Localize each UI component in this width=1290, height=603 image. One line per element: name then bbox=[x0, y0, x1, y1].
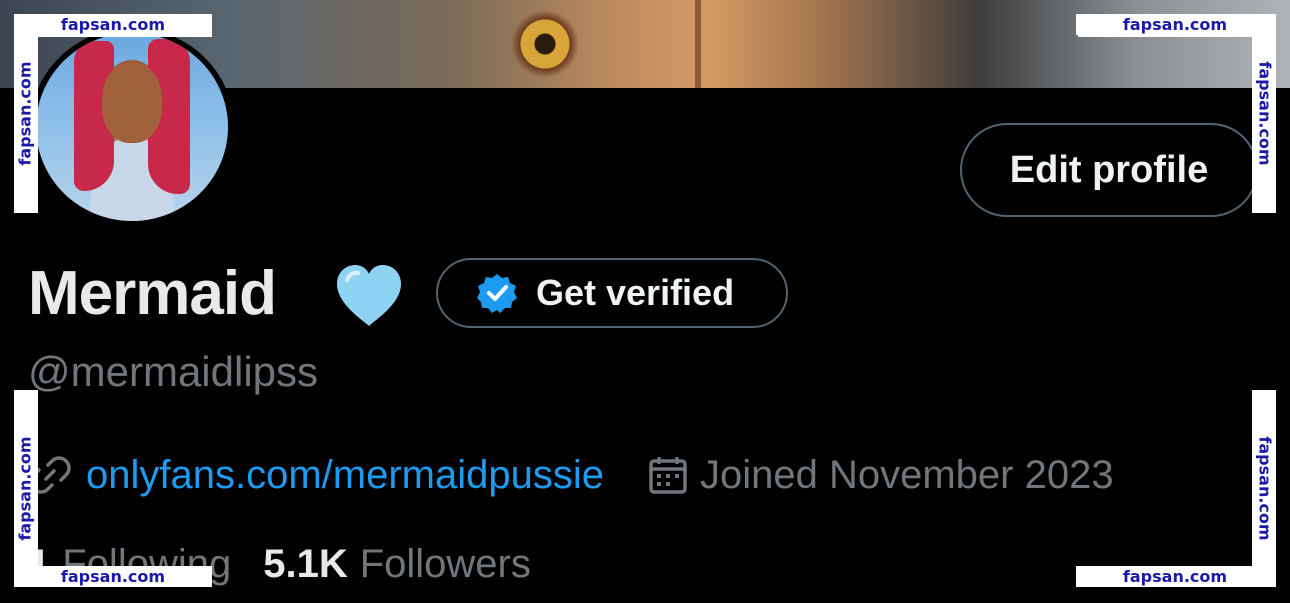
watermark-frame-line bbox=[1078, 35, 1254, 37]
watermark-top-right: fapsan.com bbox=[1076, 14, 1274, 35]
followers-count: 5.1K bbox=[263, 541, 348, 586]
banner-detail bbox=[695, 0, 701, 88]
verified-badge-icon bbox=[477, 274, 517, 313]
profile-meta-row: onlyfans.com/mermaidpussie Joined Novemb… bbox=[28, 448, 1114, 502]
calendar-icon bbox=[649, 457, 687, 494]
watermark-right-upper: fapsan.com bbox=[1254, 14, 1276, 213]
watermark-left-lower: fapsan.com bbox=[14, 390, 36, 587]
avatar-face bbox=[102, 63, 162, 143]
website-link[interactable]: onlyfans.com/mermaidpussie bbox=[86, 453, 604, 498]
watermark-frame-line bbox=[36, 35, 212, 37]
watermark-frame-line bbox=[36, 390, 38, 568]
joined-date: Joined November 2023 bbox=[700, 452, 1114, 497]
get-verified-label: Get verified bbox=[536, 272, 735, 313]
watermark-bottom-left: fapsan.com bbox=[14, 566, 212, 587]
avatar[interactable] bbox=[36, 33, 228, 221]
user-handle: @mermaidlipss bbox=[28, 348, 319, 395]
watermark-top-left: fapsan.com bbox=[14, 14, 212, 35]
followers-label: Followers bbox=[359, 541, 531, 586]
heart-emoji-icon bbox=[337, 265, 401, 326]
edit-profile-button[interactable]: Edit profile bbox=[960, 123, 1258, 217]
watermark-right-lower: fapsan.com bbox=[1254, 390, 1276, 587]
watermark-bottom-right: fapsan.com bbox=[1076, 566, 1274, 587]
get-verified-button[interactable]: Get verified bbox=[436, 258, 788, 328]
watermark-frame-line bbox=[36, 35, 38, 213]
display-name: Mermaid bbox=[28, 259, 277, 328]
banner-flower-tattoo bbox=[505, 0, 585, 88]
watermark-left-upper: fapsan.com bbox=[14, 14, 36, 213]
followers-stat[interactable]: 5.1K Followers bbox=[263, 542, 531, 587]
